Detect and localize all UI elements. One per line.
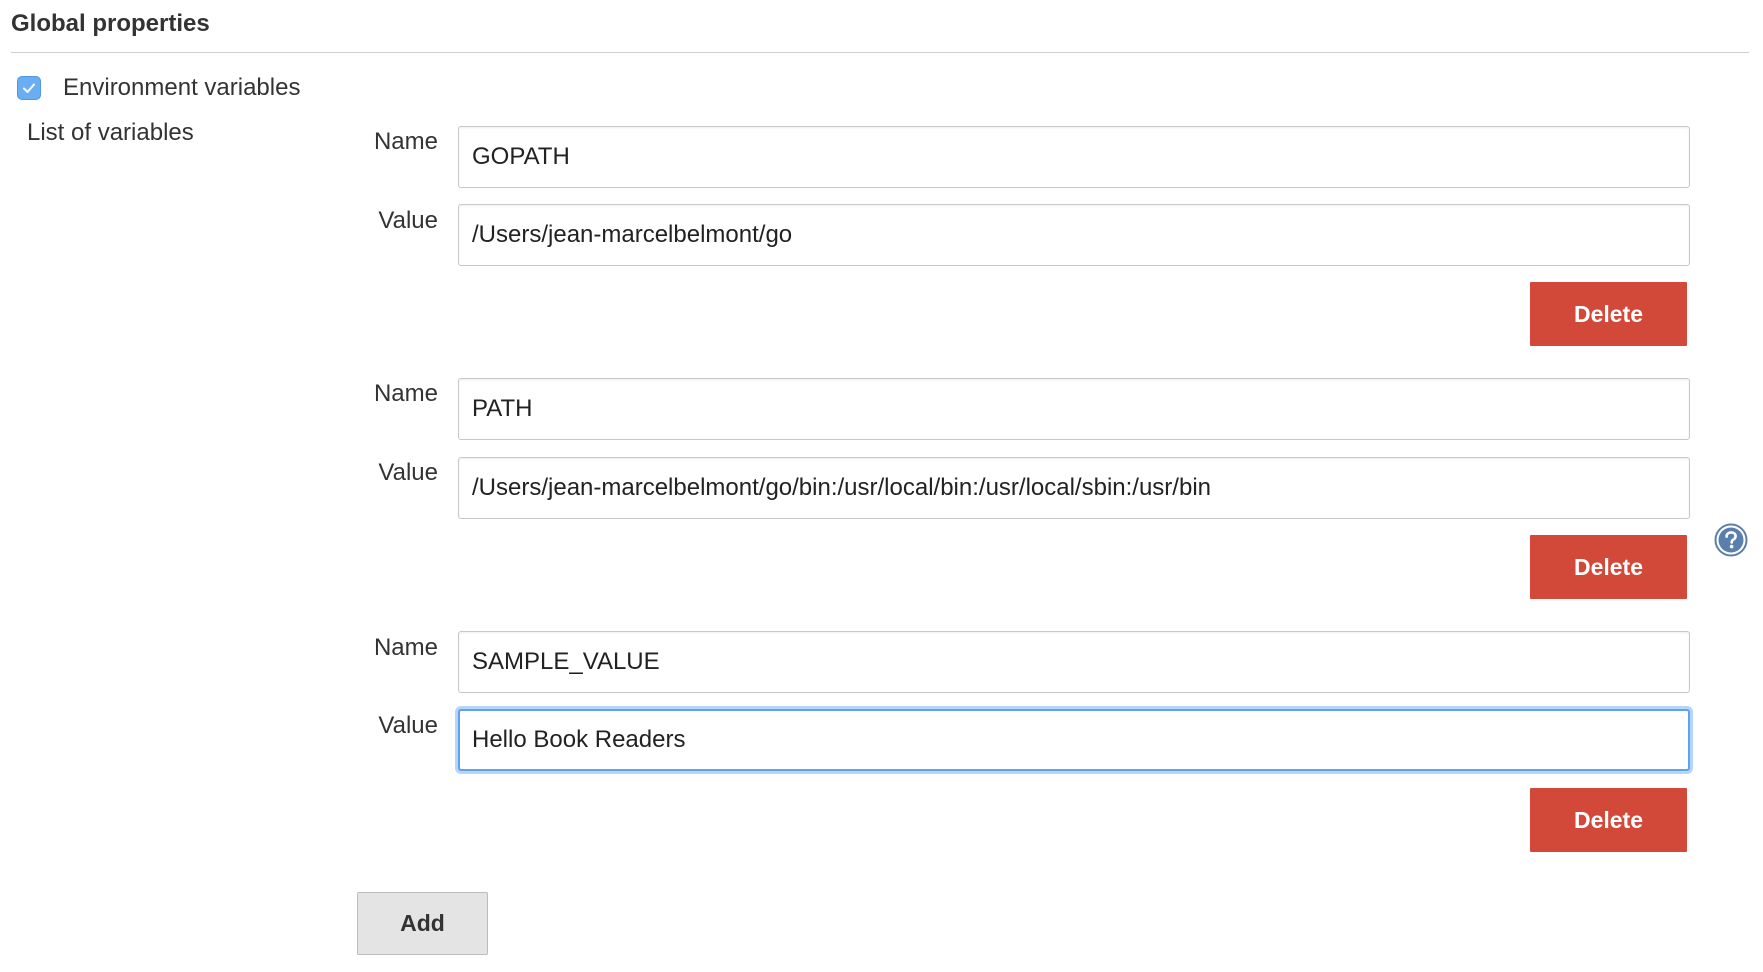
variable-value-input[interactable]	[458, 709, 1690, 771]
delete-variable-button[interactable]: Delete	[1530, 535, 1687, 599]
delete-variable-button[interactable]: Delete	[1530, 788, 1687, 852]
variable-name-input[interactable]	[458, 126, 1690, 188]
variable-value-input[interactable]	[458, 204, 1690, 266]
list-of-variables-label: List of variables	[27, 119, 194, 146]
value-label: Value	[378, 207, 438, 234]
section-title: Global properties	[11, 10, 210, 37]
variable-value-input[interactable]	[458, 457, 1690, 519]
variable-name-input[interactable]	[458, 631, 1690, 693]
environment-variables-checkbox[interactable]	[17, 76, 41, 100]
value-label: Value	[378, 712, 438, 739]
environment-variables-label: Environment variables	[63, 74, 301, 101]
delete-variable-button[interactable]: Delete	[1530, 282, 1687, 346]
section-divider	[11, 52, 1749, 53]
add-variable-button[interactable]: Add	[357, 892, 488, 955]
checkmark-icon	[23, 83, 35, 93]
name-label: Name	[373, 380, 438, 407]
help-question-icon[interactable]	[1714, 523, 1748, 557]
variable-name-input[interactable]	[458, 378, 1690, 440]
environment-variables-toggle[interactable]: Environment variables	[17, 74, 300, 102]
name-label: Name	[373, 634, 438, 661]
value-label: Value	[378, 459, 438, 486]
name-label: Name	[373, 128, 438, 155]
